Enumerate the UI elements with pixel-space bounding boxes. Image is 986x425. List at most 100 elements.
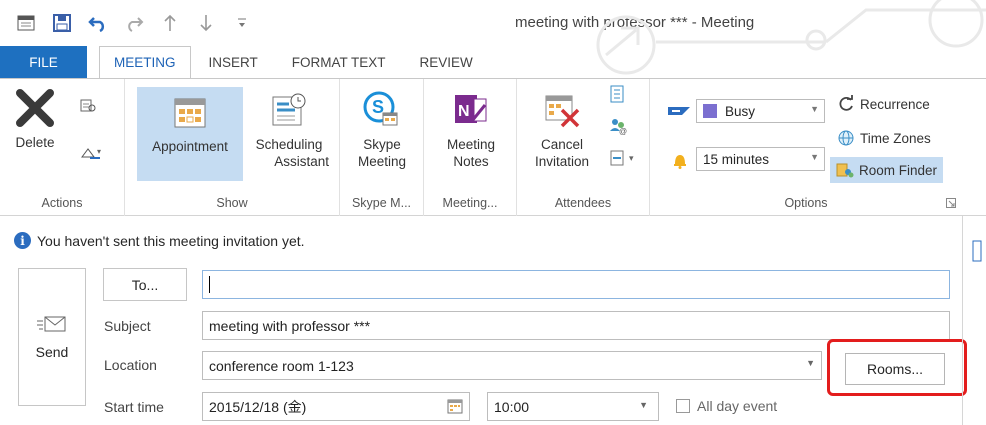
options-dialog-launcher-icon[interactable] bbox=[946, 198, 956, 208]
check-names-icon: @ bbox=[610, 119, 627, 135]
recurrence-icon bbox=[839, 95, 853, 111]
group-label-show: Show bbox=[216, 196, 248, 210]
ribbon-tabs: FILE MEETING INSERT FORMAT TEXT REVIEW bbox=[0, 46, 986, 79]
send-button[interactable]: Send bbox=[18, 268, 86, 406]
cancel-invitation-label-2: Invitation bbox=[534, 154, 590, 169]
address-book-button[interactable] bbox=[609, 85, 625, 103]
scheduling-assistant-button[interactable]: Scheduling Assistant bbox=[243, 87, 335, 170]
subject-label: Subject bbox=[104, 318, 151, 334]
recurrence-button[interactable]: Recurrence bbox=[837, 95, 930, 113]
group-label-attendees: Attendees bbox=[554, 196, 612, 210]
subject-field[interactable]: meeting with professor *** bbox=[202, 311, 950, 340]
group-label-meeting-notes: Meeting... bbox=[442, 196, 498, 210]
text-caret bbox=[209, 276, 210, 293]
highlight-box bbox=[827, 339, 967, 396]
delete-button[interactable]: Delete bbox=[6, 85, 64, 151]
chevron-down-icon: ▼ bbox=[810, 104, 819, 114]
time-zones-button[interactable]: Time Zones bbox=[837, 129, 931, 147]
scheduling-label-2: Assistant bbox=[274, 154, 329, 169]
group-meeting-notes: N Meeting Notes Meeting... bbox=[424, 79, 517, 216]
checkbox-box[interactable] bbox=[676, 399, 690, 413]
location-field[interactable]: conference room 1-123 ▼ bbox=[202, 351, 822, 380]
tab-meeting[interactable]: MEETING bbox=[99, 46, 191, 79]
to-button[interactable]: To... bbox=[103, 268, 187, 301]
quick-access-toolbar bbox=[8, 10, 260, 36]
reminder-dropdown[interactable]: 15 minutes ▼ bbox=[696, 147, 825, 171]
group-options: Busy ▼ 15 minutes ▼ Recurrence Time Zone… bbox=[650, 79, 962, 216]
group-attendees: Cancel Invitation @ ▾ Attendees bbox=[517, 79, 650, 216]
meeting-notes-label-2: Notes bbox=[453, 154, 489, 169]
skype-label-2: Meeting bbox=[357, 154, 407, 169]
room-finder-button[interactable]: Room Finder bbox=[830, 157, 944, 183]
check-names-button[interactable]: @ bbox=[609, 117, 627, 135]
location-value: conference room 1-123 bbox=[209, 357, 354, 374]
time-zones-label: Time Zones bbox=[860, 130, 931, 146]
chevron-down-icon: ▼ bbox=[810, 152, 819, 162]
svg-text:▾: ▾ bbox=[97, 147, 101, 156]
delete-label: Delete bbox=[15, 135, 55, 150]
skype-meeting-button[interactable]: S Skype Meeting bbox=[348, 87, 416, 170]
calendar-icon[interactable] bbox=[447, 398, 463, 414]
ignore-icon bbox=[80, 99, 96, 112]
start-date-value: 2015/12/18 (金) bbox=[209, 398, 307, 415]
app-menu-icon[interactable] bbox=[8, 10, 44, 36]
up-arrow-icon[interactable] bbox=[152, 10, 188, 36]
scheduling-label-1: Scheduling bbox=[255, 137, 323, 152]
skype-label-1: Skype bbox=[363, 137, 401, 152]
reminder-bell-icon bbox=[674, 155, 686, 169]
meeting-notes-button[interactable]: N Meeting Notes bbox=[438, 87, 504, 170]
onenote-icon: N bbox=[452, 87, 490, 133]
room-finder-icon bbox=[836, 163, 854, 178]
busy-swatch bbox=[703, 104, 717, 118]
to-field[interactable] bbox=[202, 270, 950, 299]
show-as-value: Busy bbox=[725, 103, 756, 119]
save-icon[interactable] bbox=[44, 10, 80, 36]
svg-text:@: @ bbox=[619, 127, 627, 135]
info-bar: i You haven't sent this meeting invitati… bbox=[14, 232, 305, 249]
delete-icon bbox=[15, 85, 55, 131]
room-finder-label: Room Finder bbox=[859, 162, 938, 178]
group-actions: Delete ▾ Actions bbox=[0, 79, 125, 216]
group-label-actions: Actions bbox=[41, 196, 83, 210]
info-icon: i bbox=[14, 232, 31, 249]
response-options-button[interactable]: ▾ bbox=[609, 149, 639, 167]
customize-toolbar-icon[interactable] bbox=[224, 10, 260, 36]
down-arrow-icon[interactable] bbox=[188, 10, 224, 36]
group-skype-meeting: S Skype Meeting Skype M... bbox=[340, 79, 424, 216]
window-title: meeting with professor *** - Meeting bbox=[515, 14, 755, 31]
meeting-notes-label-1: Meeting bbox=[446, 137, 496, 152]
cleanup-button[interactable]: ▾ bbox=[80, 145, 104, 161]
svg-text:S: S bbox=[372, 97, 384, 117]
tab-format-text[interactable]: FORMAT TEXT bbox=[272, 46, 400, 79]
tab-insert[interactable]: INSERT bbox=[191, 46, 272, 79]
pane-divider bbox=[962, 216, 963, 425]
svg-text:N: N bbox=[458, 103, 470, 120]
info-message: You haven't sent this meeting invitation… bbox=[37, 232, 305, 249]
start-time-value: 10:00 bbox=[494, 398, 530, 415]
appointment-button[interactable]: Appointment bbox=[137, 87, 243, 181]
tab-file[interactable]: FILE bbox=[0, 46, 87, 79]
start-time-field[interactable]: 10:00 ▼ bbox=[487, 392, 659, 421]
group-label-skype: Skype M... bbox=[351, 196, 412, 210]
start-date-field[interactable]: 2015/12/18 (金) bbox=[202, 392, 470, 421]
cancel-invitation-button[interactable]: Cancel Invitation bbox=[525, 87, 599, 170]
undo-icon[interactable] bbox=[80, 10, 116, 36]
chevron-down-icon[interactable]: ▼ bbox=[806, 358, 815, 368]
globe-icon bbox=[838, 130, 854, 146]
send-label: Send bbox=[35, 344, 69, 360]
side-pane-icon[interactable] bbox=[972, 240, 982, 262]
all-day-checkbox[interactable]: All day event bbox=[676, 398, 777, 414]
ribbon: Delete ▾ Actions Appointment Scheduling … bbox=[0, 79, 986, 216]
response-options-icon: ▾ bbox=[610, 150, 634, 166]
ignore-button[interactable] bbox=[80, 97, 96, 113]
redo-icon[interactable] bbox=[116, 10, 152, 36]
tab-review[interactable]: REVIEW bbox=[400, 46, 487, 79]
show-as-dropdown[interactable]: Busy ▼ bbox=[696, 99, 825, 123]
address-book-icon bbox=[610, 85, 624, 103]
scheduling-assistant-icon bbox=[271, 87, 307, 133]
all-day-label: All day event bbox=[697, 398, 778, 414]
group-show: Appointment Scheduling Assistant Show bbox=[125, 79, 340, 216]
svg-text:▾: ▾ bbox=[629, 153, 634, 163]
reminder-value: 15 minutes bbox=[703, 151, 770, 167]
chevron-down-icon[interactable]: ▼ bbox=[639, 400, 648, 410]
